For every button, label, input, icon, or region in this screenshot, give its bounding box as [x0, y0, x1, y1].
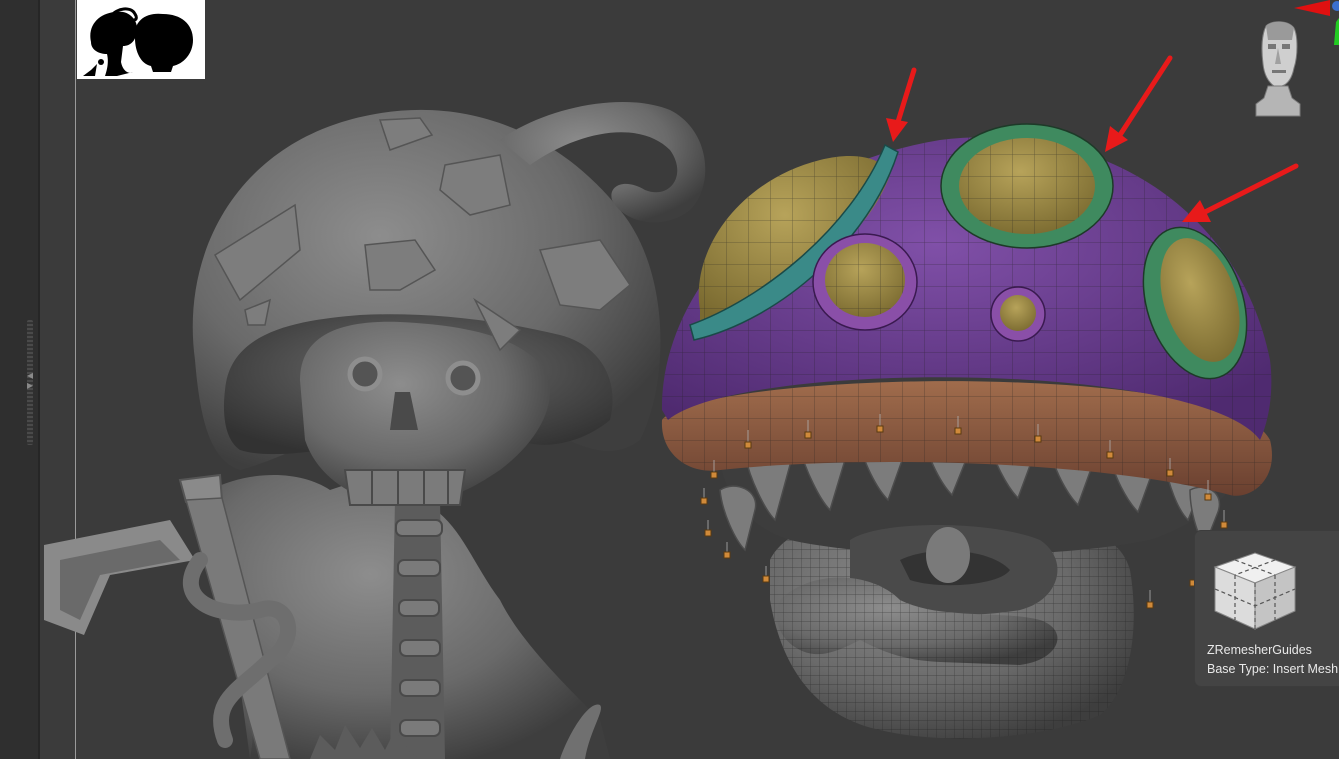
- spot-small: [990, 286, 1046, 342]
- spot-middle: [812, 233, 918, 331]
- cube-insert-mesh-icon: [1213, 552, 1297, 630]
- brush-thumbnail-card[interactable]: ZRemesherGuides Base Type: Insert Mesh: [1195, 531, 1339, 686]
- 3d-viewport[interactable]: ◂ ▸ ZRemesherGuides Base Type: Insert Me…: [0, 0, 1339, 759]
- skull-mushroom-sculpt: [44, 101, 706, 759]
- brush-name: ZRemesherGuides: [1207, 643, 1312, 657]
- spot-top: [940, 123, 1114, 249]
- axis-gizmo-icon[interactable]: [1290, 0, 1339, 45]
- brush-base-type: Base Type: Insert Mesh: [1207, 662, 1339, 676]
- sculpt-scene[interactable]: [0, 0, 1339, 759]
- polygroup-mushroom-sculpt: [661, 123, 1272, 739]
